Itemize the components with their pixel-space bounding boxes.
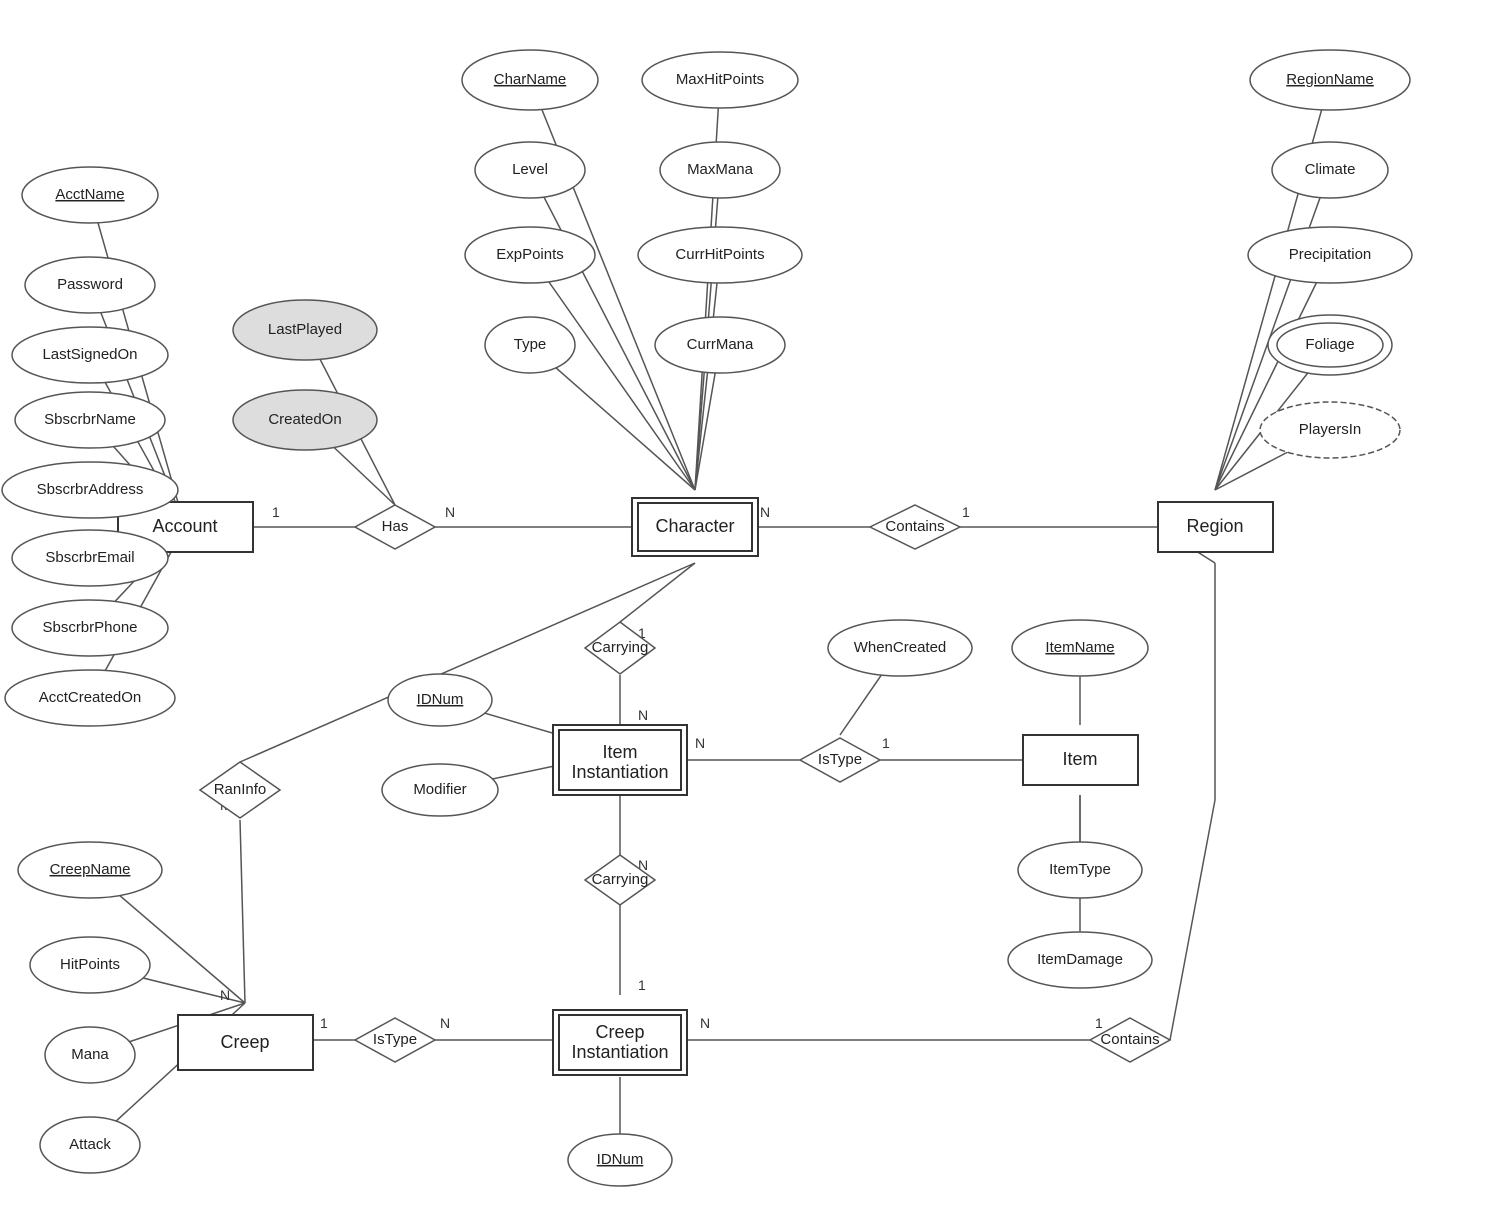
attr-idnum-item-label: IDNum <box>417 691 464 708</box>
attr-lastplayed-label: LastPlayed <box>268 321 342 338</box>
svg-text:N: N <box>440 1015 450 1031</box>
attr-sbscrbrname-label: SbscrbrName <box>44 411 136 428</box>
svg-text:N: N <box>445 504 455 520</box>
attr-level-label: Level <box>512 161 548 178</box>
attr-password-label: Password <box>57 276 123 293</box>
entity-account-label: Account <box>152 516 217 536</box>
entity-item-label: Item <box>1062 749 1097 769</box>
attr-sbscrbrphone-label: SbscrbrPhone <box>42 619 137 636</box>
rel-carrying-char-label: Carrying <box>592 639 649 656</box>
svg-text:N: N <box>700 1015 710 1031</box>
rel-raninfo-label: RanInfo <box>214 781 267 798</box>
entity-item-instantiation-label2: Instantiation <box>571 762 668 782</box>
attr-itemdamage-label: ItemDamage <box>1037 951 1123 968</box>
svg-text:1: 1 <box>1095 1015 1103 1031</box>
attr-maxmana-label: MaxMana <box>687 161 754 178</box>
attr-itemtype-label: ItemType <box>1049 861 1111 878</box>
svg-text:1: 1 <box>962 504 970 520</box>
entity-creep-label: Creep <box>220 1032 269 1052</box>
attr-playersin-label: PlayersIn <box>1299 421 1362 438</box>
attr-idnum-creep-label: IDNum <box>597 1151 644 1168</box>
attr-sbscrberemail-label: SbscrbrEmail <box>45 549 134 566</box>
attr-whencreated-label: WhenCreated <box>854 639 947 656</box>
attr-currmana-label: CurrMana <box>687 336 754 353</box>
rel-carrying-creep-label: Carrying <box>592 871 649 888</box>
attr-lastsignedon-label: LastSignedOn <box>42 346 137 363</box>
svg-text:1: 1 <box>882 735 890 751</box>
rel-contains-char-label: Contains <box>885 518 944 535</box>
svg-text:N: N <box>695 735 705 751</box>
entity-creep-instantiation-label2: Instantiation <box>571 1042 668 1062</box>
rel-contains-creep-label: Contains <box>1100 1031 1159 1048</box>
rel-istype-creep-label: IsType <box>373 1031 417 1048</box>
entity-item-instantiation-label: Item <box>602 742 637 762</box>
attr-currhitpoints-label: CurrHitPoints <box>675 246 764 263</box>
svg-text:1: 1 <box>272 504 280 520</box>
attr-sbscrbraddress-label: SbscrbrAddress <box>37 481 144 498</box>
attr-createdon-label: CreatedOn <box>268 411 341 428</box>
attr-hitpoints-label: HitPoints <box>60 956 120 973</box>
attr-acctcreatedon-label: AcctCreatedOn <box>39 689 142 706</box>
entity-region-label: Region <box>1186 516 1243 536</box>
svg-text:N: N <box>638 707 648 723</box>
entity-creep-instantiation-label: Creep <box>595 1022 644 1042</box>
svg-text:1: 1 <box>638 977 646 993</box>
svg-text:1: 1 <box>320 1015 328 1031</box>
attr-exppoints-label: ExpPoints <box>496 246 564 263</box>
attr-foliage-label: Foliage <box>1305 336 1354 353</box>
rel-has-label: Has <box>382 518 409 535</box>
attr-creepname-label: CreepName <box>50 861 131 878</box>
attr-maxhitpoints-label: MaxHitPoints <box>676 71 764 88</box>
rel-istype-item-label: IsType <box>818 751 862 768</box>
attr-precipitation-label: Precipitation <box>1289 246 1372 263</box>
attr-type-label: Type <box>514 336 547 353</box>
svg-text:N: N <box>760 504 770 520</box>
entity-character-label: Character <box>655 516 734 536</box>
attr-regionname-label: RegionName <box>1286 71 1374 88</box>
attr-mana-label: Mana <box>71 1046 109 1063</box>
svg-text:N: N <box>220 987 230 1003</box>
attr-modifier-label: Modifier <box>413 781 466 798</box>
attr-climate-label: Climate <box>1305 161 1356 178</box>
attr-acctname-label: AcctName <box>55 186 124 203</box>
attr-attack-label: Attack <box>69 1136 111 1153</box>
attr-charname-label: CharName <box>494 71 567 88</box>
attr-itemname-label: ItemName <box>1045 639 1114 656</box>
